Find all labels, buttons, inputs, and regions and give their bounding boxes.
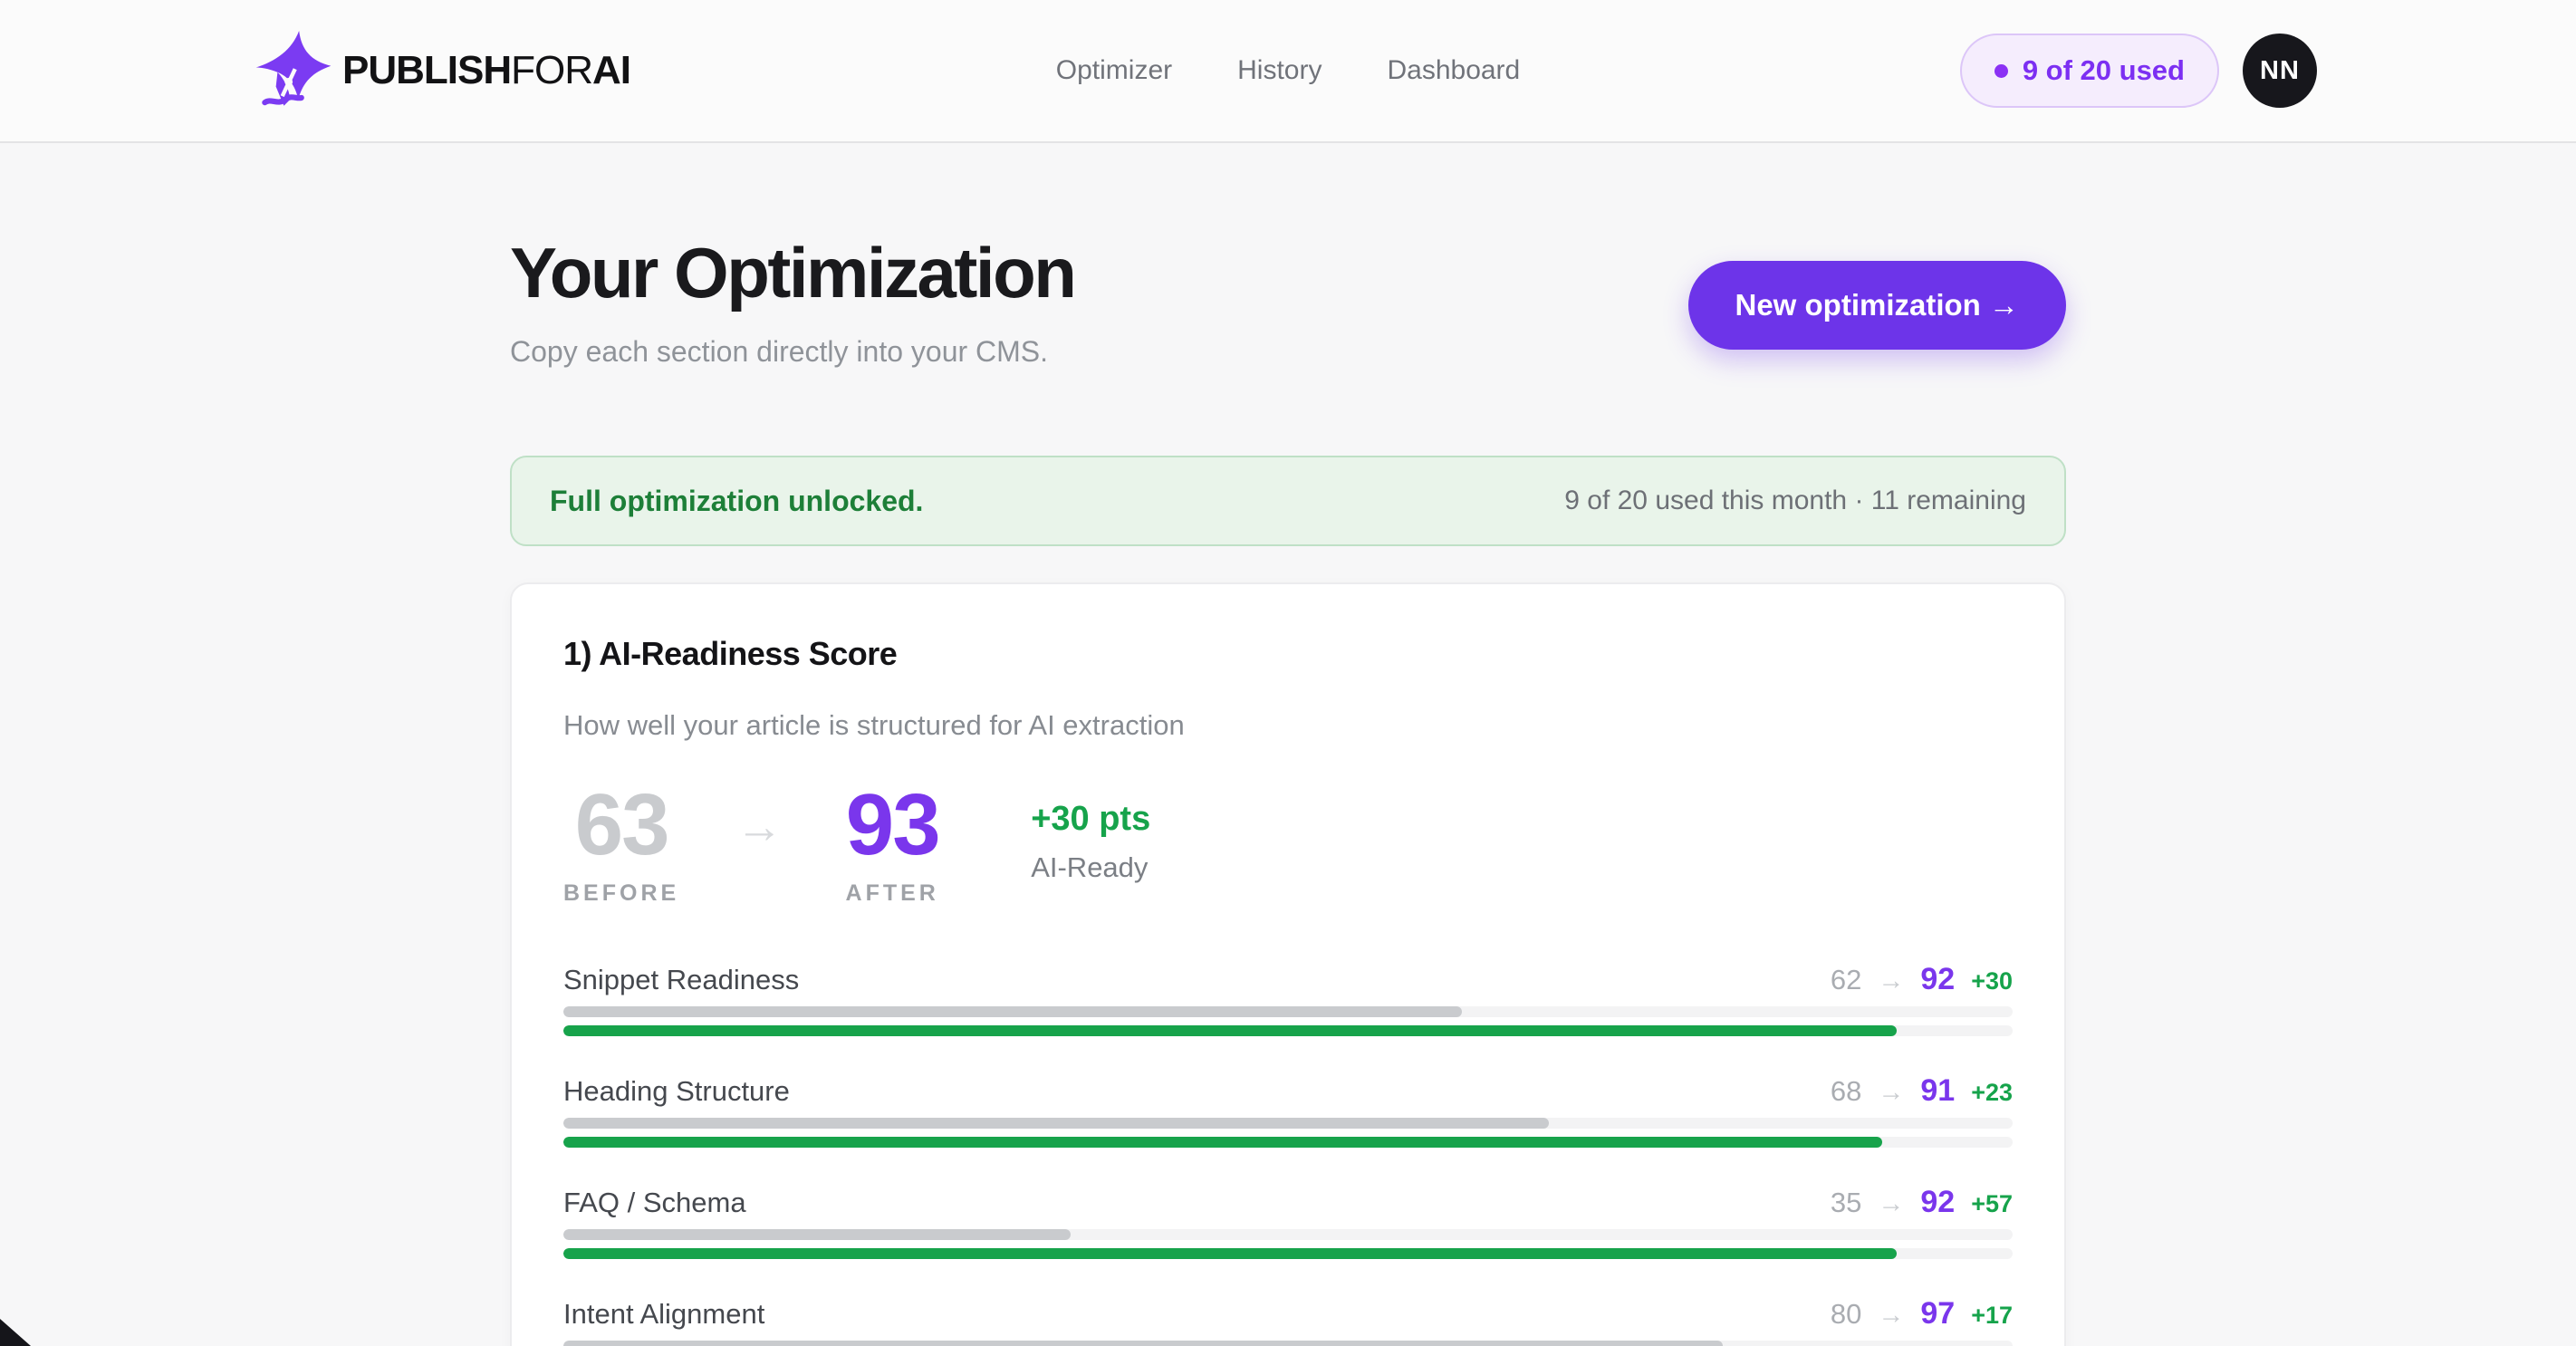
- page-subtitle: Copy each section directly into your CMS…: [510, 335, 1074, 369]
- score-summary: 63 BEFORE → 93 AFTER +30 pts AI-Ready: [563, 784, 2013, 907]
- arrow-right-icon: →: [1878, 1074, 1904, 1110]
- metric-after-bar-fill: [563, 1025, 1897, 1036]
- metric-after-bar: [563, 1248, 2013, 1259]
- main-nav: Optimizer History Dashboard: [1056, 0, 1520, 141]
- metric-before-bar: [563, 1341, 2013, 1346]
- metric-after-value: 97: [1920, 1295, 1955, 1332]
- metric-after-bar-fill: [563, 1248, 1897, 1259]
- metric-before-bar: [563, 1229, 2013, 1240]
- app-header: PUBLISHFORAI Optimizer History Dashboard…: [0, 0, 2576, 143]
- metric-label: Heading Structure: [563, 1073, 790, 1110]
- metric-values: 68 → 91 +23: [1831, 1072, 2013, 1110]
- metric-row: Heading Structure 68 → 91 +23: [563, 1072, 2013, 1148]
- metric-delta-value: +23: [1971, 1074, 2013, 1110]
- arrow-right-icon: →: [1878, 1297, 1904, 1333]
- metric-before-bar-fill: [563, 1341, 1723, 1346]
- header-right: 9 of 20 used NN: [1960, 34, 2317, 108]
- metric-after-value: 91: [1920, 1072, 1955, 1109]
- nav-item-optimizer[interactable]: Optimizer: [1056, 55, 1172, 86]
- page-head: Your Optimization Copy each section dire…: [510, 237, 2066, 369]
- arrow-right-icon: →: [1878, 963, 1904, 999]
- score-before-value: 63: [563, 784, 679, 866]
- brand-logo[interactable]: PUBLISHFORAI: [254, 29, 630, 112]
- arrow-right-icon: →: [735, 800, 783, 854]
- score-before: 63 BEFORE: [563, 784, 679, 907]
- user-avatar[interactable]: NN: [2243, 34, 2317, 108]
- usage-dot-icon: [1994, 64, 2008, 78]
- metric-label: Intent Alignment: [563, 1296, 764, 1332]
- banner-message: Full optimization unlocked.: [550, 485, 923, 518]
- metric-row: Intent Alignment 80 → 97 +17: [563, 1295, 2013, 1346]
- metric-delta-value: +30: [1971, 963, 2013, 999]
- mouse-cursor: [0, 1319, 31, 1346]
- new-optimization-button[interactable]: New optimization →: [1688, 261, 2067, 350]
- metric-values: 80 → 97 +17: [1831, 1295, 2013, 1333]
- usage-badge-label: 9 of 20 used: [2023, 54, 2185, 87]
- score-delta: +30 pts AI-Ready: [1031, 800, 1150, 884]
- page-title: Your Optimization: [510, 237, 1074, 308]
- usage-badge[interactable]: 9 of 20 used: [1960, 34, 2219, 108]
- brand-name: PUBLISHFORAI: [342, 48, 630, 93]
- score-after-label: AFTER: [839, 880, 946, 907]
- metric-before-bar-fill: [563, 1118, 1549, 1129]
- metric-before-bar: [563, 1118, 2013, 1129]
- banner-usage-text: 9 of 20 used this month · 11 remaining: [1564, 486, 2026, 516]
- metric-label: Snippet Readiness: [563, 962, 799, 998]
- score-delta-points: +30 pts: [1031, 800, 1150, 839]
- metric-before-bar: [563, 1006, 2013, 1017]
- card-description: How well your article is structured for …: [563, 709, 2013, 742]
- metric-row: Snippet Readiness 62 → 92 +30: [563, 961, 2013, 1036]
- sparkle-pen-icon: [254, 29, 333, 112]
- metric-before-value: 35: [1831, 1185, 1861, 1221]
- metric-before-bar-fill: [563, 1006, 1462, 1017]
- score-after-value: 93: [839, 784, 946, 866]
- metric-before-value: 68: [1831, 1073, 1861, 1110]
- score-before-label: BEFORE: [563, 880, 679, 907]
- metric-after-bar: [563, 1025, 2013, 1036]
- metric-before-value: 62: [1831, 962, 1861, 998]
- metric-after-value: 92: [1920, 1184, 1955, 1220]
- metrics-list: Snippet Readiness 62 → 92 +30 Heading Structu…: [563, 961, 2013, 1346]
- card-title: 1) AI-Readiness Score: [563, 635, 2013, 673]
- ai-readiness-card: 1) AI-Readiness Score How well your arti…: [510, 582, 2066, 1346]
- nav-item-history[interactable]: History: [1237, 55, 1322, 86]
- metric-after-bar-fill: [563, 1137, 1882, 1148]
- nav-item-dashboard[interactable]: Dashboard: [1387, 55, 1520, 86]
- metric-before-value: 80: [1831, 1296, 1861, 1332]
- main-content: Your Optimization Copy each section dire…: [510, 237, 2066, 1346]
- score-after: 93 AFTER: [839, 784, 946, 907]
- metric-values: 35 → 92 +57: [1831, 1184, 2013, 1222]
- metric-before-bar-fill: [563, 1229, 1071, 1240]
- metric-after-value: 92: [1920, 961, 1955, 997]
- score-delta-status: AI-Ready: [1031, 851, 1150, 884]
- metric-row: FAQ / Schema 35 → 92 +57: [563, 1184, 2013, 1259]
- metric-delta-value: +57: [1971, 1186, 2013, 1222]
- metric-delta-value: +17: [1971, 1297, 2013, 1333]
- metric-values: 62 → 92 +30: [1831, 961, 2013, 999]
- metric-label: FAQ / Schema: [563, 1185, 746, 1221]
- metric-after-bar: [563, 1137, 2013, 1148]
- arrow-right-icon: →: [1878, 1186, 1904, 1222]
- unlock-banner: Full optimization unlocked. 9 of 20 used…: [510, 456, 2066, 546]
